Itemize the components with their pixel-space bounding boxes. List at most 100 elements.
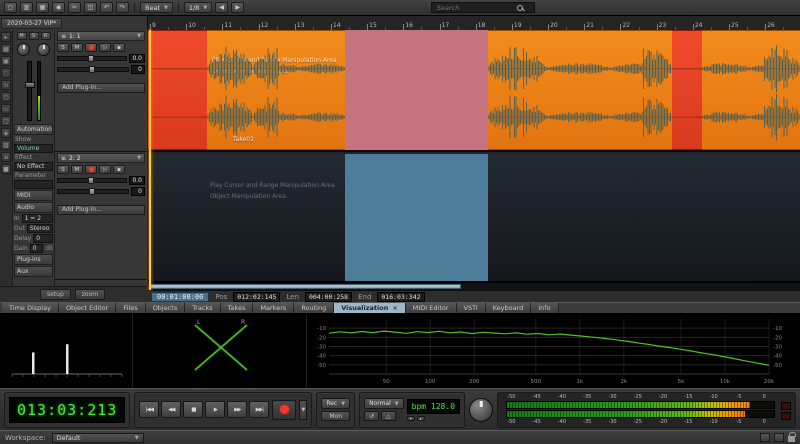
- goto-start-button[interactable]: |◀◀: [139, 401, 159, 418]
- workspace-select[interactable]: Default▼: [52, 433, 144, 443]
- track-header-1[interactable]: ≡ 1: 1 ▼ S M ▷ ▪ 0.0: [55, 30, 147, 152]
- in-field[interactable]: 1 = 2: [22, 214, 53, 223]
- drag-handle-icon[interactable]: ≡: [61, 33, 66, 40]
- curve-tool-icon[interactable]: ◌: [1, 68, 11, 78]
- color-tool-icon[interactable]: ▧: [1, 140, 11, 150]
- midi-section-header[interactable]: MIDI: [14, 190, 53, 201]
- pan-slider-handle[interactable]: [89, 188, 95, 195]
- clip-indicator-left[interactable]: [781, 402, 791, 410]
- mute-tool-icon[interactable]: □: [1, 116, 11, 126]
- tab-tracks[interactable]: Tracks: [185, 303, 220, 313]
- pan-slider-handle[interactable]: [89, 66, 95, 73]
- track-title-bar[interactable]: ≡ 1: 1 ▼: [57, 31, 145, 41]
- audio-clip-waveform[interactable]: Play Cursor and Range Manipulation Area …: [207, 30, 345, 150]
- gain-field[interactable]: 0: [30, 244, 43, 253]
- grid-icon[interactable]: ▦: [36, 2, 49, 13]
- tab-visualization[interactable]: Visualization×: [334, 303, 406, 313]
- tempo-knob[interactable]: [469, 398, 493, 422]
- lock-button[interactable]: ▪: [113, 43, 125, 52]
- redo-icon[interactable]: ↷: [116, 2, 129, 13]
- lock-button[interactable]: ▪: [113, 165, 125, 174]
- audio-section-header[interactable]: Audio: [14, 202, 53, 213]
- search-icon[interactable]: [517, 5, 523, 11]
- grid-division-select[interactable]: 1/8▼: [184, 2, 212, 13]
- goto-end-button[interactable]: ▶▶|: [249, 401, 269, 418]
- tab-time-display[interactable]: Time Display: [2, 303, 59, 313]
- show-select[interactable]: Volume: [14, 144, 53, 153]
- solo-button[interactable]: S: [57, 43, 69, 52]
- forward-button[interactable]: ▶▶: [227, 401, 247, 418]
- automation-section-header[interactable]: Automation: [14, 124, 53, 135]
- tab-routing[interactable]: Routing: [294, 303, 334, 313]
- timeline-ruler[interactable]: 9101112131415161718192021222324252627: [148, 16, 800, 30]
- play-button[interactable]: ▶: [205, 401, 225, 418]
- effect-select[interactable]: No Effect: [14, 162, 53, 171]
- tab-objects[interactable]: Objects: [146, 303, 186, 313]
- magnet-icon[interactable]: ◉: [52, 2, 65, 13]
- bpm-up-button[interactable]: ▴: [417, 416, 425, 421]
- window-icon[interactable]: ▢: [4, 2, 17, 13]
- scrollbar-thumb[interactable]: [149, 284, 461, 289]
- cut-tool-icon[interactable]: ▫: [1, 80, 11, 90]
- add-plugin-button[interactable]: Add Plug-in...: [57, 83, 145, 93]
- tab-keyboard[interactable]: Keyboard: [486, 303, 532, 313]
- delay-field[interactable]: 0: [33, 234, 53, 243]
- grid-icon[interactable]: [774, 433, 784, 442]
- audio-clip[interactable]: [672, 30, 702, 150]
- undo-icon[interactable]: ↶: [100, 2, 113, 13]
- chevron-down-icon[interactable]: ▼: [137, 33, 141, 39]
- grid-time-display[interactable]: 00:01:00:00: [151, 292, 209, 302]
- range-tool-icon[interactable]: ▦: [1, 44, 11, 54]
- volume-slider[interactable]: [57, 178, 127, 183]
- track-title-bar[interactable]: ≡ 2: 2 ▼: [57, 153, 145, 163]
- time-display[interactable]: 013:03:213: [9, 397, 125, 423]
- monitor-button[interactable]: ▷: [99, 43, 111, 52]
- metronome-button[interactable]: △: [381, 411, 396, 421]
- mute-button[interactable]: M: [71, 43, 83, 52]
- tab-object-editor[interactable]: Object Editor: [59, 303, 116, 313]
- fader-handle[interactable]: [25, 82, 35, 88]
- tab-midi-editor[interactable]: MIDI Editor: [406, 303, 457, 313]
- volume-knob[interactable]: [17, 43, 30, 56]
- monitor-button[interactable]: ▷: [99, 165, 111, 174]
- s-mini-button[interactable]: S: [29, 32, 39, 40]
- rewind-button[interactable]: ◀◀: [161, 401, 181, 418]
- lock-tool-icon[interactable]: ■: [1, 164, 11, 174]
- record-options-dropdown[interactable]: ▼: [299, 400, 307, 420]
- horizontal-scrollbar[interactable]: [148, 282, 800, 290]
- channel-fader[interactable]: [27, 61, 32, 121]
- pan-knob[interactable]: [37, 43, 50, 56]
- track-header-2[interactable]: ≡ 2: 2 ▼ S M ▷ ▪ 0.0: [55, 152, 147, 280]
- r-mini-button[interactable]: R: [41, 32, 51, 40]
- zoom-tool-icon[interactable]: ○: [1, 92, 11, 102]
- m-mini-button[interactable]: M: [17, 32, 27, 40]
- mixer-icon[interactable]: ▥: [20, 2, 33, 13]
- play-mode-select[interactable]: Normal▼: [364, 398, 404, 409]
- range-selection[interactable]: [345, 154, 488, 281]
- mute-button[interactable]: M: [71, 165, 83, 174]
- search-box[interactable]: [431, 2, 535, 13]
- track-1-lane[interactable]: Play Cursor and Range Manipulation Area …: [148, 30, 800, 152]
- object-tool-icon[interactable]: ▣: [1, 56, 11, 66]
- solo-button[interactable]: S: [57, 165, 69, 174]
- plug-ins-section-header[interactable]: Plug-ins: [14, 254, 53, 265]
- volume-slider[interactable]: [57, 56, 127, 61]
- drag-handle-icon[interactable]: ≡: [61, 155, 66, 162]
- volume-slider-handle[interactable]: [88, 55, 94, 62]
- stop-button[interactable]: ■: [183, 401, 203, 418]
- chevron-down-icon[interactable]: ▼: [137, 155, 141, 161]
- beat-select[interactable]: Beat▼: [140, 2, 173, 13]
- setup-button[interactable]: setup: [40, 289, 71, 300]
- audio-clip[interactable]: [148, 30, 207, 150]
- audio-clip-waveform[interactable]: [488, 30, 672, 150]
- play-cursor[interactable]: [149, 30, 151, 290]
- pan-slider[interactable]: [57, 67, 129, 72]
- tab-markers[interactable]: Markers: [253, 303, 294, 313]
- close-icon[interactable]: ×: [392, 304, 397, 312]
- out-field[interactable]: Stereo: [27, 224, 53, 233]
- track-2-lane[interactable]: Play Cursor and Range Manipulation Area …: [148, 154, 800, 282]
- bpm-down-button[interactable]: ▾: [407, 416, 415, 421]
- record-arm-button[interactable]: [85, 43, 97, 52]
- lock-icon[interactable]: [788, 436, 795, 442]
- project-tab[interactable]: 2020-03-27 VIP*: [1, 18, 62, 29]
